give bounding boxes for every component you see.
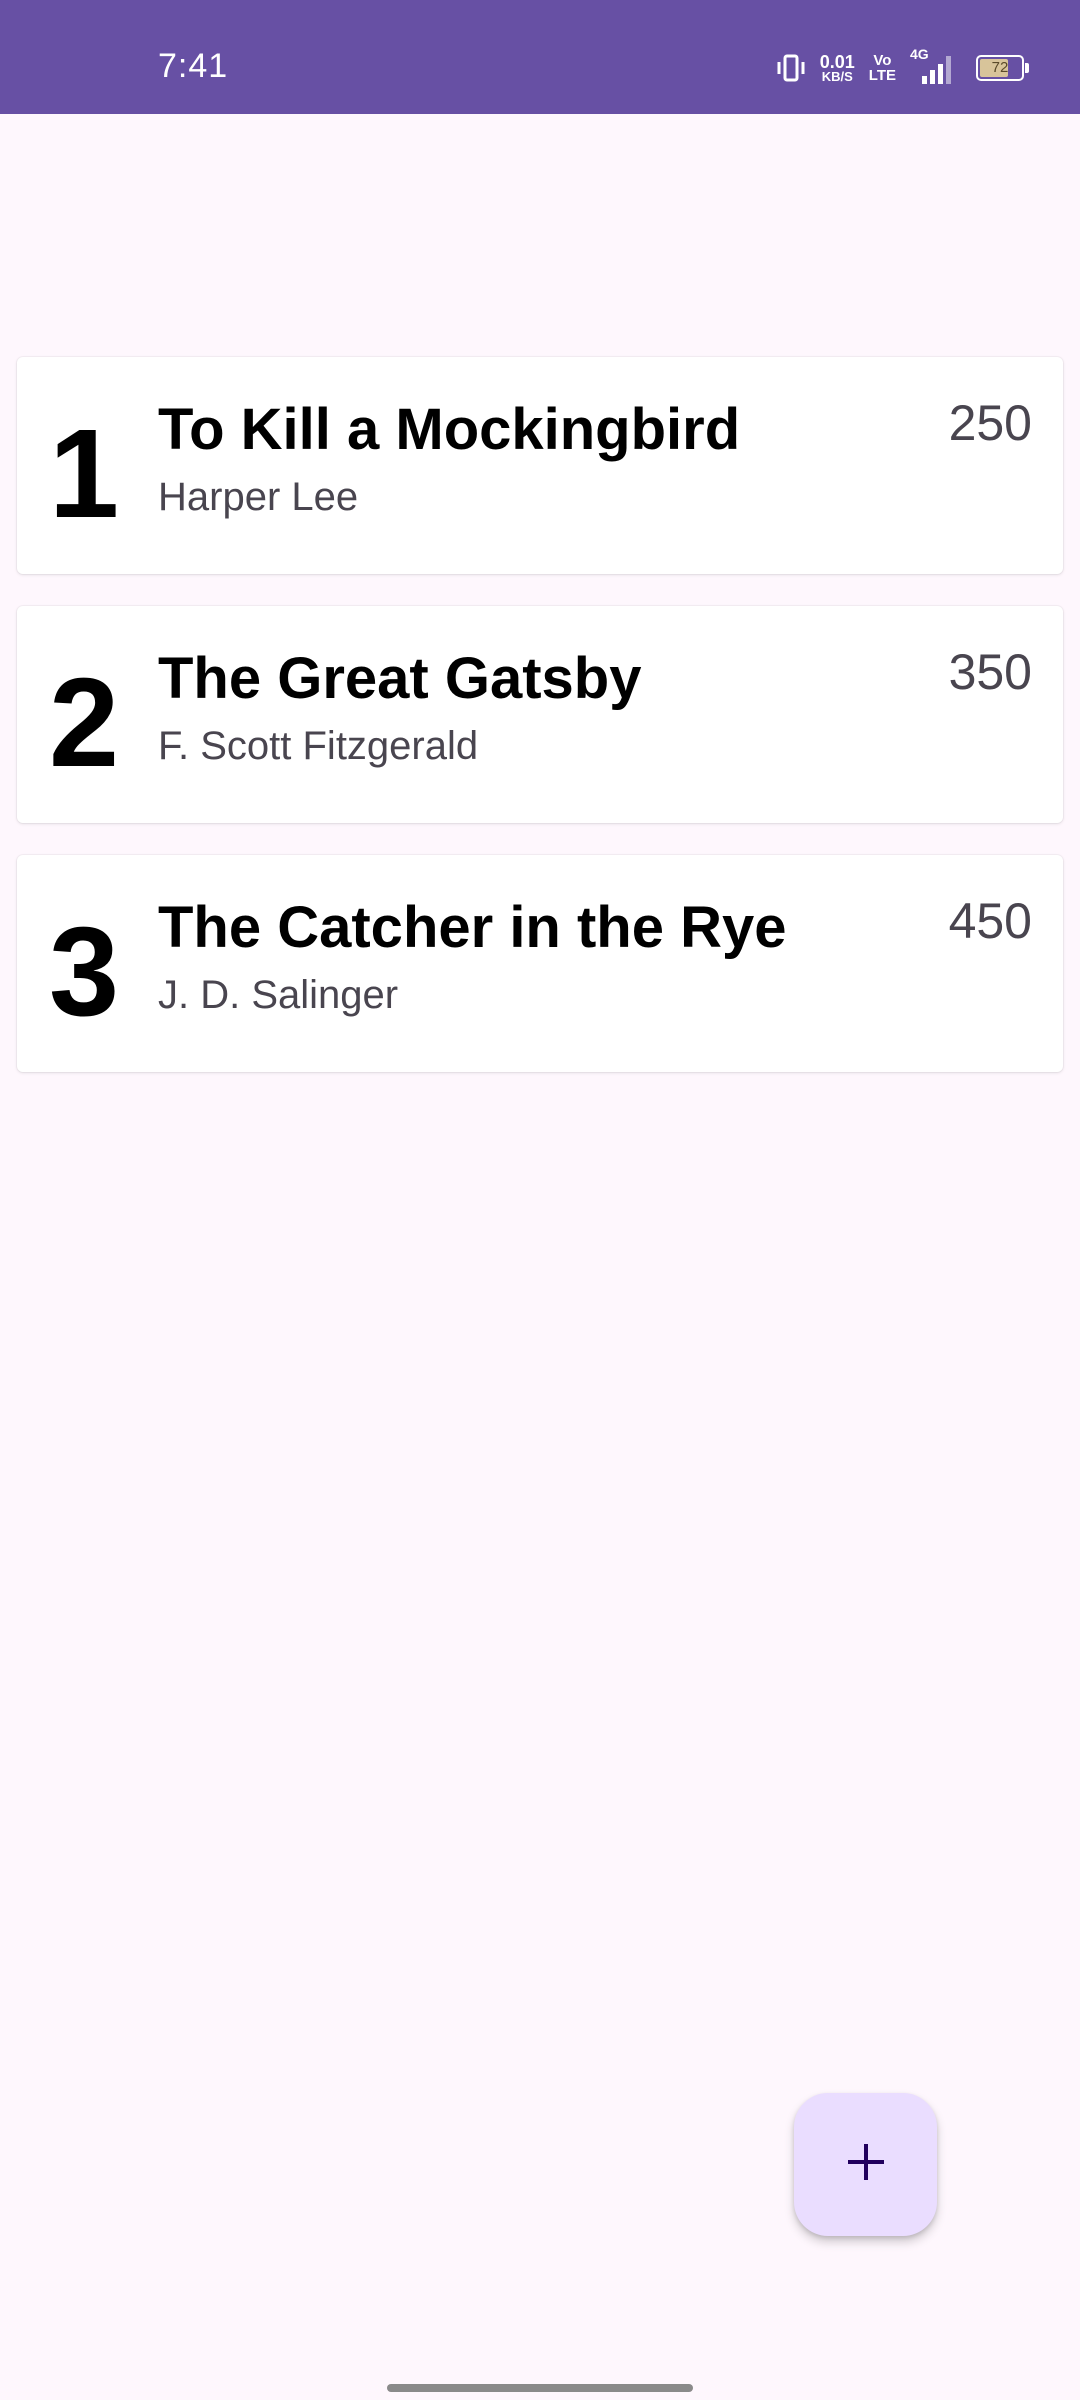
volte-bottom: LTE <box>868 67 896 84</box>
status-icons: 0.01 KB/S Vo LTE 4G 72 <box>776 46 1029 88</box>
volte-indicator: Vo LTE <box>869 53 896 83</box>
book-card[interactable]: 2 The Great Gatsby F. Scott Fitzgerald 3… <box>17 606 1063 823</box>
status-bar: 7:41 0.01 KB/S Vo LTE 4G 72 <box>0 0 1080 114</box>
book-title: The Catcher in the Rye <box>158 895 787 960</box>
book-pages: 250 <box>948 395 1032 451</box>
book-author: Harper Lee <box>158 475 359 519</box>
book-card[interactable]: 1 To Kill a Mockingbird Harper Lee 250 <box>17 357 1063 574</box>
network-speed-value: 0.01 <box>819 51 855 72</box>
plus-icon <box>846 2142 886 2187</box>
volte-top: Vo <box>873 52 892 69</box>
book-pages: 450 <box>948 893 1032 949</box>
book-author: J. D. Salinger <box>158 973 399 1017</box>
signal-icon: 4G <box>910 46 954 84</box>
book-pages: 350 <box>948 644 1032 700</box>
network-speed-unit: KB/S <box>821 68 853 84</box>
book-rank: 3 <box>49 901 120 1042</box>
battery-level: 72 <box>991 59 1009 76</box>
book-title: The Great Gatsby <box>158 646 642 711</box>
book-rank: 2 <box>49 652 120 793</box>
battery-icon: 72 <box>976 55 1029 81</box>
vibrate-icon <box>776 52 806 84</box>
book-author: F. Scott Fitzgerald <box>158 724 479 768</box>
book-title: To Kill a Mockingbird <box>158 397 741 462</box>
book-rank: 1 <box>49 403 120 544</box>
add-book-button[interactable] <box>794 2093 937 2236</box>
book-card[interactable]: 3 The Catcher in the Rye J. D. Salinger … <box>17 855 1063 1072</box>
home-indicator[interactable] <box>387 2384 693 2392</box>
network-type: 4G <box>910 46 929 62</box>
status-time: 7:41 <box>158 47 229 85</box>
book-list: 1 To Kill a Mockingbird Harper Lee 250 2… <box>17 357 1063 1104</box>
network-speed: 0.01 KB/S <box>819 51 855 84</box>
